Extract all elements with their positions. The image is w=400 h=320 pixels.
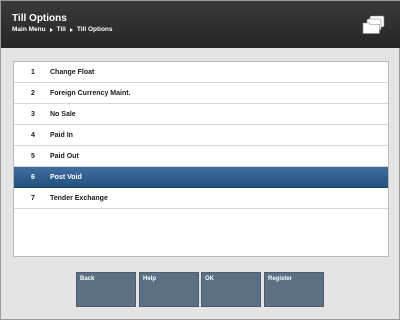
menu-item-change-float[interactable]: 1 Change Float xyxy=(14,62,388,83)
page-title: Till Options xyxy=(12,13,67,24)
menu-item-label: No Sale xyxy=(50,111,76,118)
menu-item-label: Paid Out xyxy=(50,153,79,160)
ok-button[interactable]: OK xyxy=(201,272,261,307)
menu-item-number: 1 xyxy=(31,69,35,76)
menu-item-number: 6 xyxy=(31,174,35,181)
breadcrumb-till[interactable]: Till xyxy=(57,26,66,33)
app-window: Till Options Main Menu Till Till Options… xyxy=(0,0,400,320)
menu-item-label: Post Void xyxy=(50,174,82,181)
menu-item-post-void[interactable]: 6 Post Void xyxy=(14,167,388,188)
menu-item-paid-out[interactable]: 5 Paid Out xyxy=(14,146,388,167)
breadcrumb: Main Menu Till Till Options xyxy=(12,26,113,33)
menu-item-label: Change Float xyxy=(50,69,95,76)
breadcrumb-till-options: Till Options xyxy=(76,26,113,33)
menu-list: 1 Change Float 2 Foreign Currency Maint.… xyxy=(13,61,389,257)
menu-item-number: 4 xyxy=(31,132,35,139)
menu-item-foreign-currency[interactable]: 2 Foreign Currency Maint. xyxy=(14,83,388,104)
page-header: Till Options Main Menu Till Till Options xyxy=(1,1,400,48)
menu-item-label: Tender Exchange xyxy=(50,195,108,202)
menu-item-number: 5 xyxy=(31,153,35,160)
menu-item-tender-exchange[interactable]: 7 Tender Exchange xyxy=(14,188,388,209)
help-button[interactable]: Help xyxy=(139,272,199,307)
ok-button-label: OK xyxy=(205,276,214,282)
register-button-label: Register xyxy=(268,276,293,282)
breadcrumb-arrow-icon xyxy=(49,27,53,32)
folders-icon xyxy=(362,15,385,34)
menu-item-number: 7 xyxy=(31,195,35,202)
menu-item-number: 3 xyxy=(31,111,35,118)
menu-item-paid-in[interactable]: 4 Paid In xyxy=(14,125,388,146)
breadcrumb-arrow-icon xyxy=(69,27,73,32)
menu-item-label: Foreign Currency Maint. xyxy=(50,90,131,97)
register-button[interactable]: Register xyxy=(264,272,324,307)
menu-item-label: Paid In xyxy=(50,132,73,139)
button-bar: Back Help OK Register xyxy=(1,266,400,320)
back-button-label: Back xyxy=(80,276,95,282)
menu-item-no-sale[interactable]: 3 No Sale xyxy=(14,104,388,125)
help-button-label: Help xyxy=(143,276,157,282)
back-button[interactable]: Back xyxy=(76,272,136,307)
breadcrumb-main-menu[interactable]: Main Menu xyxy=(12,26,46,33)
menu-item-number: 2 xyxy=(31,90,35,97)
